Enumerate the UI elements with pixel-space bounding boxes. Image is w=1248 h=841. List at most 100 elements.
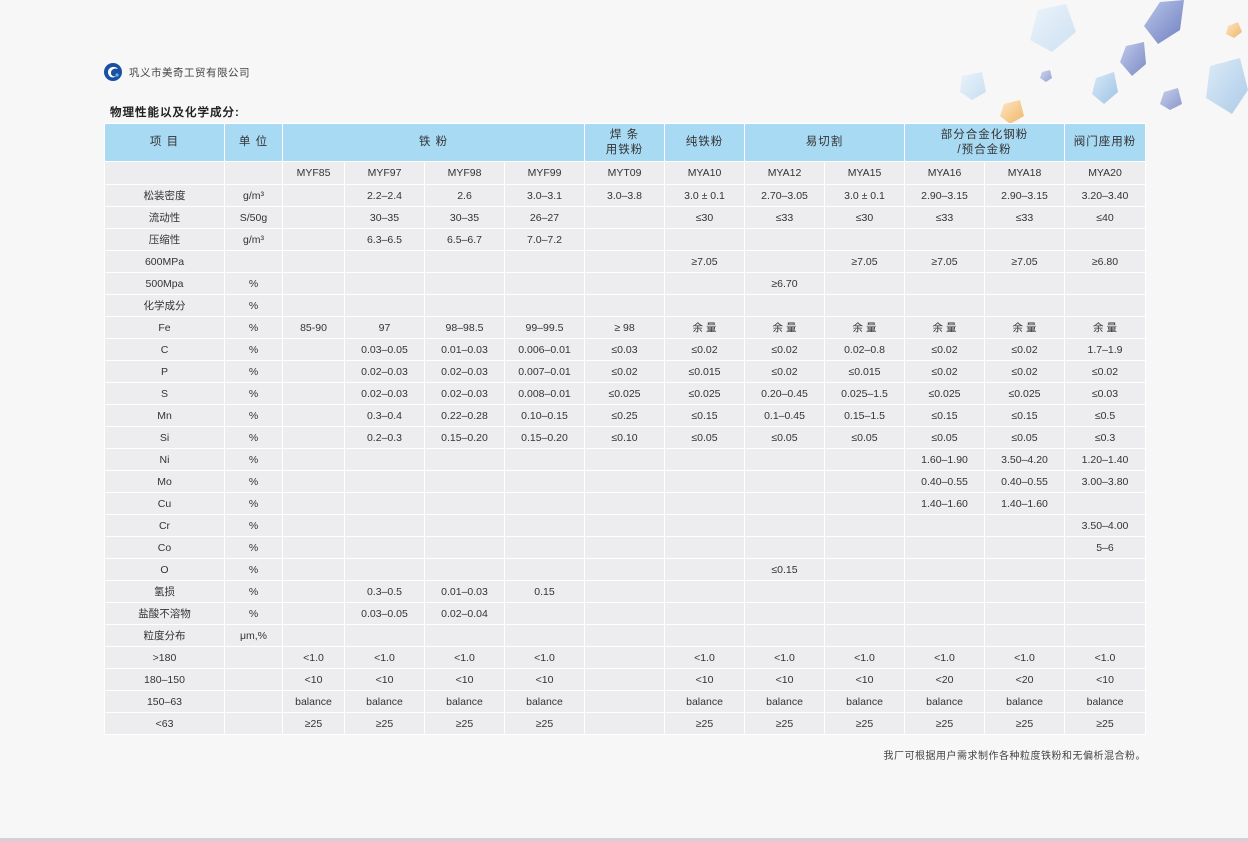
property-name-cell: 盐酸不溶物 bbox=[104, 602, 225, 625]
property-name-cell: 600MPa bbox=[104, 250, 225, 273]
table-row: Mo% 0.40–0.55 0.40–0.55 3.00–3.80 bbox=[104, 470, 1147, 493]
value-cell bbox=[744, 536, 826, 559]
value-cell: ≤0.05 bbox=[664, 426, 746, 449]
value-cell: 3.50–4.00 bbox=[1064, 514, 1147, 537]
value-cell bbox=[664, 448, 746, 471]
value-cell: ≤0.03 bbox=[1064, 382, 1147, 405]
table-row: 流动性 S/50g 30–35 30–35 26–27 ≤30 ≤33 ≤30 ≤33 ≤33 ≤4… bbox=[104, 206, 1147, 229]
value-cell: ≥25 bbox=[282, 712, 345, 735]
property-name-cell: Mn bbox=[104, 404, 225, 427]
value-cell bbox=[744, 580, 826, 603]
value-cell: 0.15 bbox=[503, 580, 586, 603]
table-row: Mn% 0.3–0.4 0.22–0.28 0.10–0.15 ≤0.25 ≤0.15 0.… bbox=[104, 404, 1147, 427]
value-cell bbox=[824, 536, 906, 559]
value-cell bbox=[984, 558, 1066, 581]
table-row: 150–63 balance balance balance balance balanc… bbox=[104, 690, 1147, 713]
value-cell bbox=[664, 272, 746, 295]
value-cell bbox=[584, 558, 666, 581]
unit-cell bbox=[224, 250, 283, 273]
value-cell bbox=[904, 228, 986, 251]
value-cell bbox=[344, 294, 425, 317]
unit-cell bbox=[224, 690, 283, 713]
value-cell bbox=[664, 470, 746, 493]
value-cell: 99–99.5 bbox=[503, 316, 586, 339]
value-cell bbox=[584, 580, 666, 603]
value-cell bbox=[984, 536, 1066, 559]
value-cell bbox=[584, 712, 666, 735]
value-cell: balance bbox=[344, 690, 425, 713]
value-cell: 1.40–1.60 bbox=[904, 492, 986, 515]
value-cell: 3.0–3.8 bbox=[584, 184, 666, 207]
group-header-row: 项 目单 位铁 粉焊 条 用铁粉 纯铁粉 易切割 部分合金化钢粉 /预合金粉 阀门座用粉 bbox=[104, 123, 1147, 162]
value-cell bbox=[744, 602, 826, 625]
grade-code-cell: MYF85 bbox=[282, 161, 345, 185]
value-cell bbox=[424, 624, 505, 647]
value-cell: ≥25 bbox=[744, 712, 826, 735]
value-cell bbox=[503, 558, 586, 581]
value-cell: ≤0.15 bbox=[904, 404, 986, 427]
value-cell bbox=[424, 492, 505, 515]
value-cell: 0.025–1.5 bbox=[824, 382, 906, 405]
value-cell bbox=[424, 294, 505, 317]
property-name-cell: 氢损 bbox=[104, 580, 225, 603]
value-cell: ≤0.02 bbox=[984, 360, 1066, 383]
company-name: 巩义市美奇工贸有限公司 bbox=[129, 66, 250, 79]
value-cell: 0.02–0.03 bbox=[344, 360, 425, 383]
value-cell bbox=[664, 624, 746, 647]
value-cell bbox=[584, 602, 666, 625]
value-cell bbox=[282, 250, 345, 273]
value-cell: 2.2–2.4 bbox=[344, 184, 425, 207]
value-cell bbox=[424, 448, 505, 471]
grade-code-cell: MYA15 bbox=[824, 161, 906, 185]
unit-cell: % bbox=[224, 294, 283, 317]
value-cell: <1.0 bbox=[744, 646, 826, 669]
value-cell bbox=[984, 272, 1066, 295]
property-name-cell: O bbox=[104, 558, 225, 581]
value-cell: ≤0.025 bbox=[904, 382, 986, 405]
value-cell: balance bbox=[984, 690, 1066, 713]
table-row: 180–150 <10 <10 <10 <10 <10 <10 <10 <20 <20 <10 bbox=[104, 668, 1147, 691]
value-cell: ≤0.3 bbox=[1064, 426, 1147, 449]
value-cell: ≤0.025 bbox=[664, 382, 746, 405]
value-cell: 3.20–3.40 bbox=[1064, 184, 1147, 207]
unit-cell bbox=[224, 668, 283, 691]
value-cell: 余 量 bbox=[904, 316, 986, 339]
value-cell bbox=[503, 294, 586, 317]
value-cell: 0.02–0.03 bbox=[344, 382, 425, 405]
value-cell bbox=[282, 360, 345, 383]
unit-cell bbox=[224, 646, 283, 669]
value-cell: balance bbox=[904, 690, 986, 713]
value-cell: <20 bbox=[904, 668, 986, 691]
value-cell: <10 bbox=[344, 668, 425, 691]
property-name-cell: <63 bbox=[104, 712, 225, 735]
value-cell: 0.10–0.15 bbox=[503, 404, 586, 427]
value-cell: ≤0.02 bbox=[984, 338, 1066, 361]
value-cell: ≤0.02 bbox=[744, 360, 826, 383]
value-cell: <20 bbox=[984, 668, 1066, 691]
value-cell: balance bbox=[503, 690, 586, 713]
property-name-cell: Ni bbox=[104, 448, 225, 471]
section-title: 物理性能以及化学成分: bbox=[110, 107, 240, 119]
footnote: 我厂可根据用户需求制作各种粒度铁粉和无偏析混合粉。 bbox=[883, 751, 1146, 762]
property-name-cell: C bbox=[104, 338, 225, 361]
value-cell: 3.50–4.20 bbox=[984, 448, 1066, 471]
value-cell bbox=[664, 514, 746, 537]
grade-row: MYF85 MYF97 MYF98 MYF99 MYT09 MYA10 MYA12 MYA15… bbox=[104, 161, 1147, 185]
value-cell: 余 量 bbox=[664, 316, 746, 339]
value-cell bbox=[984, 294, 1066, 317]
grade-code-cell: MYA10 bbox=[664, 161, 746, 185]
value-cell: <10 bbox=[282, 668, 345, 691]
value-cell bbox=[904, 514, 986, 537]
value-cell: ≥ 98 bbox=[584, 316, 666, 339]
value-cell bbox=[664, 580, 746, 603]
value-cell bbox=[282, 404, 345, 427]
value-cell: ≤0.015 bbox=[824, 360, 906, 383]
value-cell bbox=[344, 536, 425, 559]
value-cell: ≤0.05 bbox=[824, 426, 906, 449]
value-cell: 0.03–0.05 bbox=[344, 602, 425, 625]
grade-code-cell: MYT09 bbox=[584, 161, 666, 185]
unit-cell: μm,% bbox=[224, 624, 283, 647]
value-cell: 26–27 bbox=[503, 206, 586, 229]
value-cell: 0.02–0.03 bbox=[424, 382, 505, 405]
value-cell: ≤0.25 bbox=[584, 404, 666, 427]
